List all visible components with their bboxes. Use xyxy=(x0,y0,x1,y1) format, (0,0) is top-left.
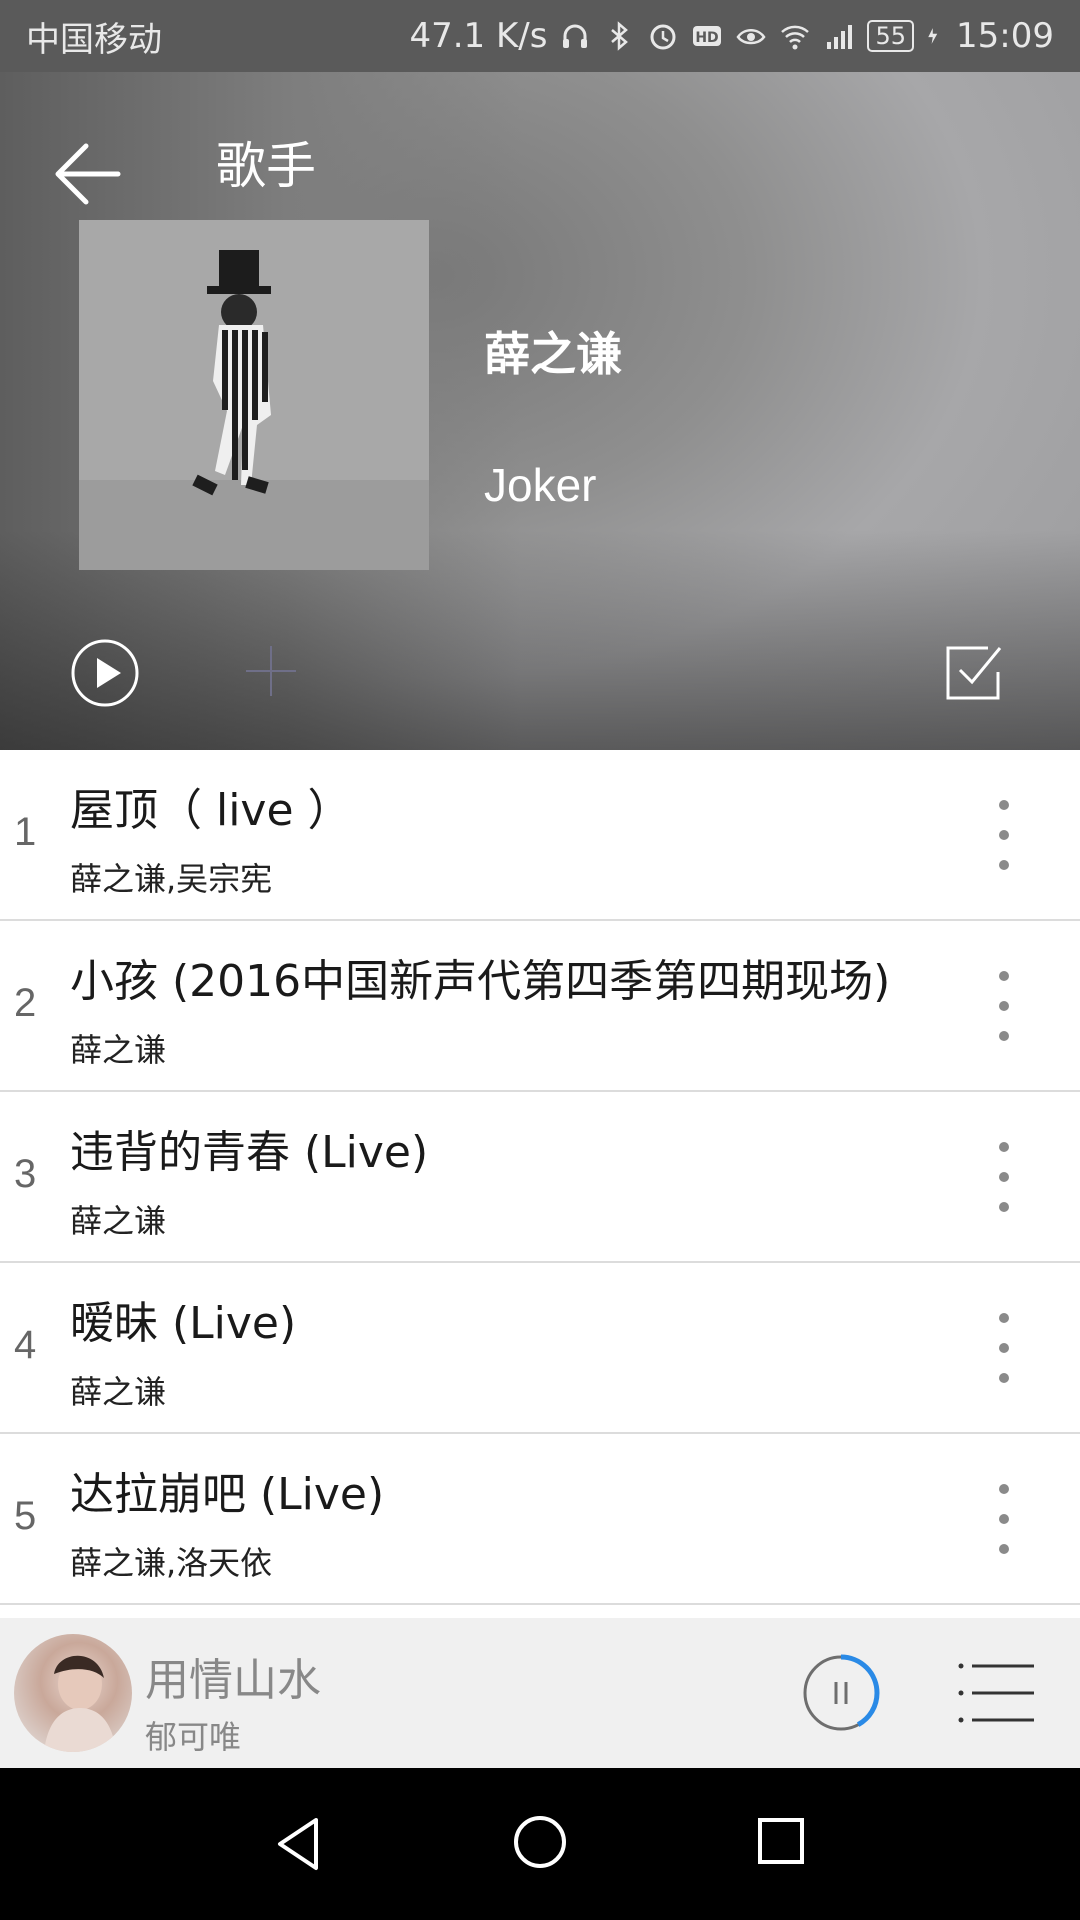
hd-icon: HD xyxy=(693,26,722,46)
song-row[interactable]: 2 小孩 (2016中国新声代第四季第四期现场) 薛之谦 xyxy=(0,921,1080,1092)
more-options-icon[interactable] xyxy=(984,1142,1024,1212)
song-row[interactable]: 5 达拉崩吧 (Live) 薛之谦,洛天依 xyxy=(0,1434,1080,1605)
network-speed: 47.1 K/s xyxy=(409,16,548,56)
song-row[interactable]: 3 违背的青春 (Live) 薛之谦 xyxy=(0,1092,1080,1263)
back-arrow-icon[interactable] xyxy=(48,124,148,224)
artist-photo-image xyxy=(79,220,429,570)
mini-player[interactable]: 用情山水 郁可唯 xyxy=(0,1618,1080,1768)
battery-indicator: 55 xyxy=(867,20,915,52)
more-options-icon[interactable] xyxy=(984,971,1024,1041)
singer-photo-image xyxy=(44,1655,116,1752)
song-index: 1 xyxy=(14,810,37,854)
song-title: 小孩 (2016中国新声代第四季第四期现场) xyxy=(70,956,891,1007)
status-bar: 中国移动 47.1 K/s HD 55 15:09 xyxy=(0,0,1080,72)
bluetooth-icon xyxy=(611,21,629,51)
system-nav-bar xyxy=(0,1768,1080,1920)
more-options-icon[interactable] xyxy=(984,800,1024,870)
song-index: 3 xyxy=(14,1152,37,1196)
headphones-icon xyxy=(563,24,588,48)
song-title: 暧昧 (Live) xyxy=(70,1298,297,1349)
artist-header: 歌手 薛之谦 Joker xyxy=(0,72,1080,750)
playlist-icon[interactable] xyxy=(958,1660,1036,1726)
song-artist: 薛之谦,洛天依 xyxy=(70,1544,273,1582)
song-artist: 薛之谦,吴宗宪 xyxy=(70,860,273,898)
now-playing-cover[interactable] xyxy=(14,1634,132,1752)
charging-icon xyxy=(928,28,938,44)
nav-back-icon[interactable] xyxy=(272,1814,332,1874)
song-title: 违背的青春 (Live) xyxy=(70,1127,429,1178)
add-icon[interactable] xyxy=(240,640,302,702)
nav-recents-icon[interactable] xyxy=(756,1816,806,1866)
nav-home-icon[interactable] xyxy=(512,1814,568,1870)
status-icons: 47.1 K/s HD 55 15:09 xyxy=(409,16,1054,56)
song-row[interactable]: 4 暧昧 (Live) 薛之谦 xyxy=(0,1263,1080,1434)
more-options-icon[interactable] xyxy=(984,1484,1024,1554)
carrier-label: 中国移动 xyxy=(26,19,162,60)
song-list: 1 屋顶（ live ） 薛之谦,吴宗宪 2 小孩 (2016中国新声代第四季第… xyxy=(0,750,1080,1605)
album-cover[interactable] xyxy=(79,220,429,570)
clock: 15:09 xyxy=(956,16,1054,56)
song-row[interactable]: 1 屋顶（ live ） 薛之谦,吴宗宪 xyxy=(0,750,1080,921)
multi-select-icon[interactable] xyxy=(944,642,1004,702)
song-artist: 薛之谦 xyxy=(70,1373,167,1411)
play-all-icon[interactable] xyxy=(70,638,140,708)
svg-text:HD: HD xyxy=(696,30,719,46)
song-index: 5 xyxy=(14,1494,37,1538)
now-playing-title: 用情山水 xyxy=(145,1655,321,1706)
wifi-icon xyxy=(781,25,810,50)
song-index: 2 xyxy=(14,981,37,1025)
signal-icon xyxy=(827,25,853,49)
song-index: 4 xyxy=(14,1323,37,1367)
album-name: Joker xyxy=(484,459,597,511)
now-playing-artist: 郁可唯 xyxy=(145,1718,242,1756)
page-title: 歌手 xyxy=(216,137,316,195)
more-options-icon[interactable] xyxy=(984,1313,1024,1383)
song-title: 达拉崩吧 (Live) xyxy=(70,1469,385,1520)
song-artist: 薛之谦 xyxy=(70,1031,167,1069)
alarm-icon xyxy=(650,24,676,50)
artist-name: 薛之谦 xyxy=(484,327,622,381)
song-title: 屋顶（ live ） xyxy=(70,785,352,836)
eye-comfort-icon xyxy=(736,29,767,45)
song-artist: 薛之谦 xyxy=(70,1202,167,1240)
pause-icon[interactable] xyxy=(800,1652,882,1734)
